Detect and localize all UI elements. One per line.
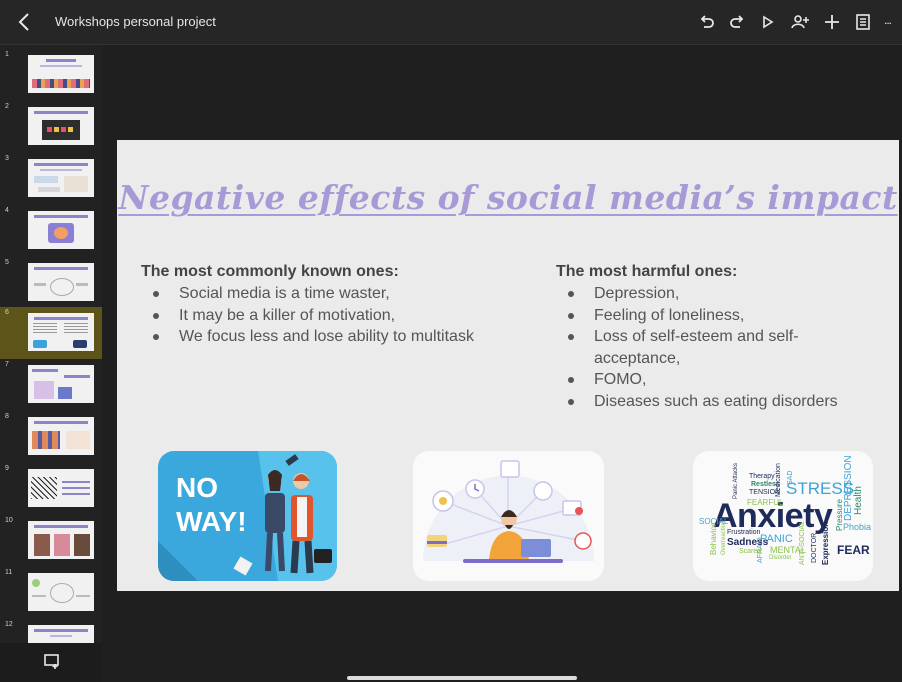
no-way-text: NO WAY!: [176, 471, 247, 539]
slide-number: 9: [5, 465, 9, 472]
word-therapy: Therapy: [749, 473, 775, 480]
slide-number: 2: [5, 103, 9, 110]
slide-number: 6: [5, 309, 9, 316]
slide-number: 1: [5, 51, 9, 58]
thumbnail-image: [28, 313, 94, 351]
word-doctor: DOCTOR: [811, 532, 818, 563]
word-frustration: Frustration: [727, 529, 761, 536]
word-health: Health: [853, 486, 864, 515]
slide-thumbnail-10[interactable]: 10: [0, 515, 102, 567]
word-sad: SAD: [787, 470, 794, 485]
left-bullet-list: Social media is a time waster, It may be…: [141, 283, 541, 348]
left-column[interactable]: The most commonly known ones: Social med…: [141, 263, 541, 348]
slide-number: 3: [5, 155, 9, 162]
right-column[interactable]: The most harmful ones: Depression, Feeli…: [556, 263, 876, 412]
slide-number: 12: [5, 621, 13, 628]
social-network-illustration[interactable]: [413, 451, 604, 581]
word-expression: Expression: [821, 521, 830, 565]
undo-icon[interactable]: [697, 12, 717, 32]
slide-thumbnail-3[interactable]: 3: [0, 153, 102, 205]
slide-thumbnail-2[interactable]: 2: [0, 101, 102, 153]
slide-thumbnail-9[interactable]: 9: [0, 463, 102, 515]
thumbnail-image: [28, 521, 94, 559]
word-cloud: Anxiety STRESS PANIC DEPRESSION Health P…: [693, 451, 873, 581]
list-item: Diseases such as eating disorders: [568, 391, 876, 413]
list-item: We focus less and lose ability to multit…: [153, 326, 541, 348]
word-panic-attacks: Panic Attacks: [733, 462, 739, 499]
list-item: Social media is a time waster,: [153, 283, 541, 305]
document-title[interactable]: Workshops personal project: [55, 14, 216, 29]
list-item: Depression,: [568, 283, 876, 305]
word-medication: Medication: [775, 463, 782, 497]
person-laptop-artwork: [423, 460, 594, 563]
word-scared: Scared: [739, 548, 762, 555]
current-slide[interactable]: Negative effects of social media’s impac…: [117, 140, 899, 591]
slide-number: 11: [5, 569, 13, 576]
word-phobia: Phobia: [843, 522, 872, 532]
add-person-icon[interactable]: [790, 12, 810, 32]
more-icon[interactable]: ...: [884, 13, 902, 33]
add-slide-icon[interactable]: [43, 652, 61, 670]
redo-icon[interactable]: [727, 12, 747, 32]
thumbnail-image: [28, 159, 94, 197]
slide-thumbnail-8[interactable]: 8: [0, 411, 102, 463]
no-way-illustration[interactable]: NO WAY!: [158, 451, 337, 581]
right-bullet-list: Depression, Feeling of loneliness, Loss …: [556, 283, 876, 412]
slide-thumbnail-panel: 1 2 3 4 5 6 7 8 9 10 11 12: [0, 45, 102, 682]
word-behavior: Behavior: [709, 523, 718, 555]
thumbnail-image: [28, 365, 94, 403]
left-heading: The most commonly known ones:: [141, 263, 399, 280]
thumbnail-image: [28, 263, 94, 301]
comments-icon[interactable]: [853, 12, 873, 32]
thumbnail-image: [28, 107, 94, 145]
top-bar: Workshops personal project ...: [0, 0, 902, 45]
word-overreaction: Overreaction: [721, 520, 727, 555]
thumbnail-image: [28, 417, 94, 455]
word-anti-social: ANTI-SOCIAL: [799, 521, 806, 565]
slide-thumbnail-1[interactable]: 1: [0, 49, 102, 101]
slide-number: 8: [5, 413, 9, 420]
no-way-line-1: NO: [176, 472, 218, 503]
add-icon[interactable]: [822, 12, 842, 32]
slide-thumbnail-11[interactable]: 11: [0, 567, 102, 619]
slide-number: 5: [5, 259, 9, 266]
list-item: Loss of self-esteem and self-acceptance,: [568, 326, 876, 369]
slide-number: 10: [5, 517, 13, 524]
thumbnail-image: [28, 55, 94, 93]
slide-thumbnail-4[interactable]: 4: [0, 205, 102, 257]
thumbnail-image: [28, 469, 94, 507]
home-indicator: [347, 676, 577, 680]
slide-thumbnail-6[interactable]: 6: [0, 307, 102, 359]
word-fearful: FEARFUL: [747, 498, 784, 507]
thumbnail-image: [28, 211, 94, 249]
slide-title[interactable]: Negative effects of social media’s impac…: [117, 178, 899, 217]
word-disorder: Disorder: [769, 555, 792, 561]
list-item: It may be a killer of motivation,: [153, 305, 541, 327]
list-item: FOMO,: [568, 369, 876, 391]
no-way-line-2: WAY!: [176, 506, 247, 537]
chevron-left-icon[interactable]: [14, 11, 36, 33]
slide-thumbnail-5[interactable]: 5: [0, 257, 102, 309]
thumbnail-image: [28, 573, 94, 611]
word-pressure: Pressure: [835, 498, 844, 531]
sidebar-footer: [0, 643, 102, 682]
slide-number: 7: [5, 361, 9, 368]
anxiety-word-cloud[interactable]: Anxiety STRESS PANIC DEPRESSION Health P…: [693, 451, 873, 581]
slide-thumbnail-7[interactable]: 7: [0, 359, 102, 411]
play-icon[interactable]: [757, 12, 777, 32]
word-fear: FEAR: [837, 543, 870, 557]
right-heading: The most harmful ones:: [556, 263, 738, 280]
list-item: Feeling of loneliness,: [568, 305, 876, 327]
slide-number: 4: [5, 207, 9, 214]
